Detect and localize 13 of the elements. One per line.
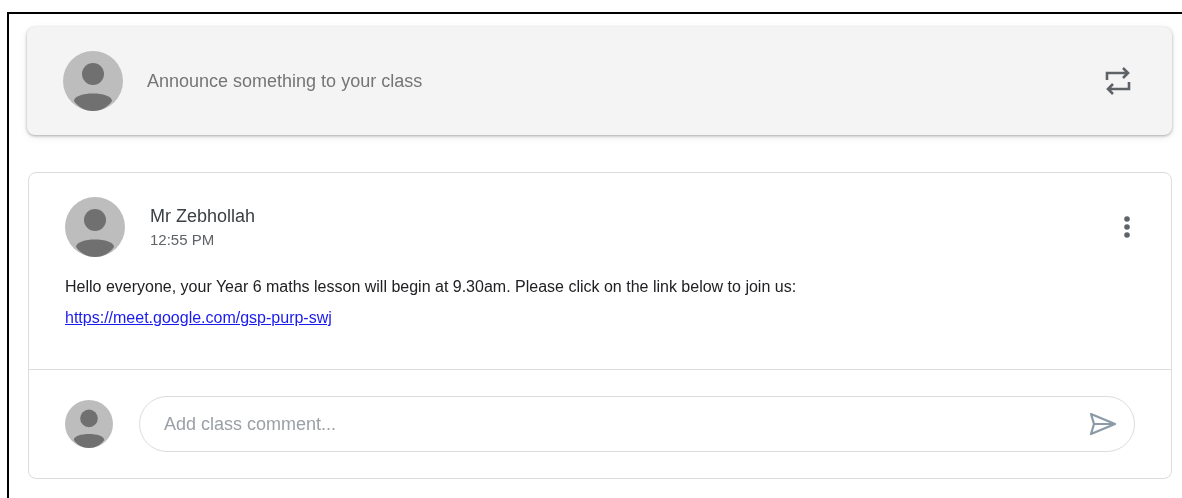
- meeting-link[interactable]: https://meet.google.com/gsp-purp-swj: [65, 309, 332, 326]
- avatar-icon: [65, 197, 125, 257]
- more-vertical-icon: [1123, 215, 1131, 239]
- avatar-icon: [63, 51, 123, 111]
- send-icon[interactable]: [1089, 412, 1117, 436]
- avatar-icon: [65, 400, 113, 448]
- announcement-bar[interactable]: Announce something to your class: [27, 27, 1172, 135]
- announcement-placeholder: Announce something to your class: [147, 70, 424, 92]
- comment-field[interactable]: Add class comment...: [139, 396, 1135, 452]
- author-name: Mr Zebhollah: [150, 206, 257, 227]
- post-text: Hello everyone, your Year 6 maths lesson will begin at 9.30am. Please click on the link below to join us:: [65, 277, 798, 297]
- swap-arrows-icon: [1104, 66, 1132, 96]
- post-time: 12:55 PM: [150, 231, 216, 248]
